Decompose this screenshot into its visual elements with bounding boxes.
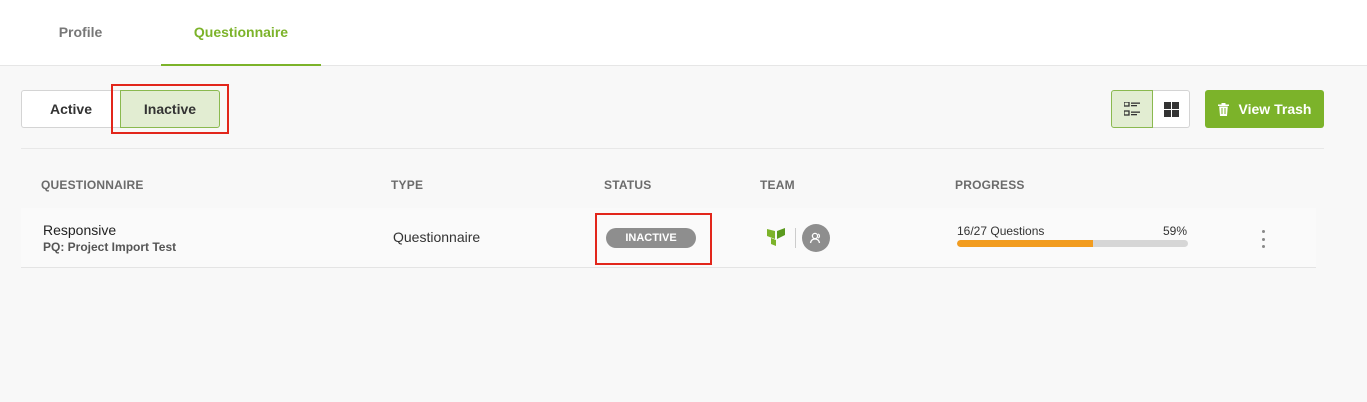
status-badge: INACTIVE bbox=[606, 228, 696, 248]
view-mode-toggle bbox=[1111, 90, 1190, 128]
tab-profile[interactable]: Profile bbox=[0, 0, 161, 66]
column-header-questionnaire[interactable]: QUESTIONNAIRE bbox=[41, 178, 144, 192]
progress-bar-fill bbox=[957, 240, 1094, 247]
team-logo-icon bbox=[767, 228, 785, 246]
view-trash-label: View Trash bbox=[1238, 101, 1312, 117]
filter-inactive-button[interactable]: Inactive bbox=[120, 90, 220, 128]
column-header-type[interactable]: TYPE bbox=[391, 178, 423, 192]
status-filter-toggle: Active Inactive bbox=[21, 90, 220, 128]
list-view-icon bbox=[1124, 102, 1140, 116]
progress-percent: 59% bbox=[1163, 224, 1188, 238]
view-trash-button[interactable]: View Trash bbox=[1205, 90, 1324, 128]
toolbar-divider bbox=[21, 148, 1324, 149]
filter-active-button[interactable]: Active bbox=[21, 90, 120, 128]
questionnaire-type: Questionnaire bbox=[393, 229, 481, 245]
tab-questionnaire[interactable]: Questionnaire bbox=[161, 0, 321, 66]
questionnaire-subtitle: PQ: Project Import Test bbox=[43, 240, 177, 254]
progress-bar bbox=[957, 240, 1188, 247]
top-tab-bar: Profile Questionnaire bbox=[0, 0, 1367, 66]
column-header-progress[interactable]: PROGRESS bbox=[955, 178, 1025, 192]
column-header-status[interactable]: STATUS bbox=[604, 178, 651, 192]
list-view-button[interactable] bbox=[1111, 90, 1153, 128]
grid-view-icon bbox=[1163, 101, 1179, 117]
grid-view-button[interactable] bbox=[1153, 90, 1190, 128]
questionnaire-title[interactable]: Responsive bbox=[43, 222, 116, 238]
row-more-options-icon[interactable] bbox=[1257, 230, 1269, 248]
trash-icon bbox=[1217, 102, 1229, 116]
team-member-avatar[interactable] bbox=[802, 224, 830, 252]
user-icon bbox=[809, 232, 821, 244]
table-row[interactable]: Responsive PQ: Project Import Test Quest… bbox=[21, 208, 1316, 268]
progress-questions-text: 16/27 Questions bbox=[957, 224, 1045, 238]
team-separator bbox=[795, 228, 796, 248]
column-header-team[interactable]: TEAM bbox=[760, 178, 795, 192]
